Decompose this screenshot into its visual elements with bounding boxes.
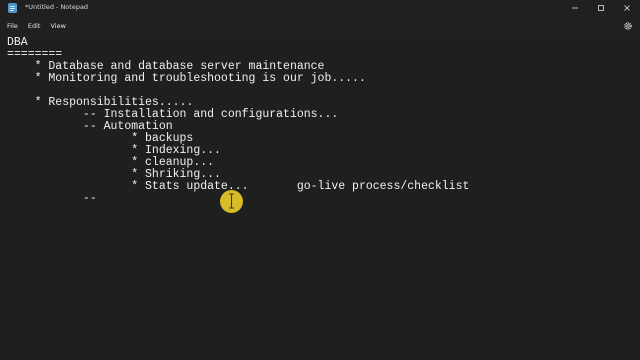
settings-button[interactable] [622,20,634,32]
notepad-icon [7,2,17,13]
text-line: -- [7,192,97,205]
menu-edit[interactable]: Edit [23,15,46,37]
editor-content[interactable]: DBA ======== * Database and database ser… [7,37,469,205]
text-cursor-icon [229,193,234,209]
menu-file[interactable]: File [2,15,23,37]
title-bar[interactable]: *Untitled - Notepad [0,0,640,15]
window-controls [562,0,640,15]
gear-icon [624,22,632,30]
text-editor[interactable]: DBA ======== * Database and database ser… [0,37,640,360]
close-icon [624,4,630,11]
maximize-icon [598,4,604,11]
minimize-icon [572,7,578,8]
text-line: * Monitoring and troubleshooting is our … [7,72,366,85]
menu-bar: File Edit View [0,15,640,37]
maximize-button[interactable] [588,0,614,15]
menu-view[interactable]: View [45,15,70,37]
window-title: *Untitled - Notepad [25,3,89,11]
minimize-button[interactable] [562,0,588,15]
notepad-window: *Untitled - Notepad File Edit View DBA =… [0,0,640,360]
close-button[interactable] [614,0,640,15]
